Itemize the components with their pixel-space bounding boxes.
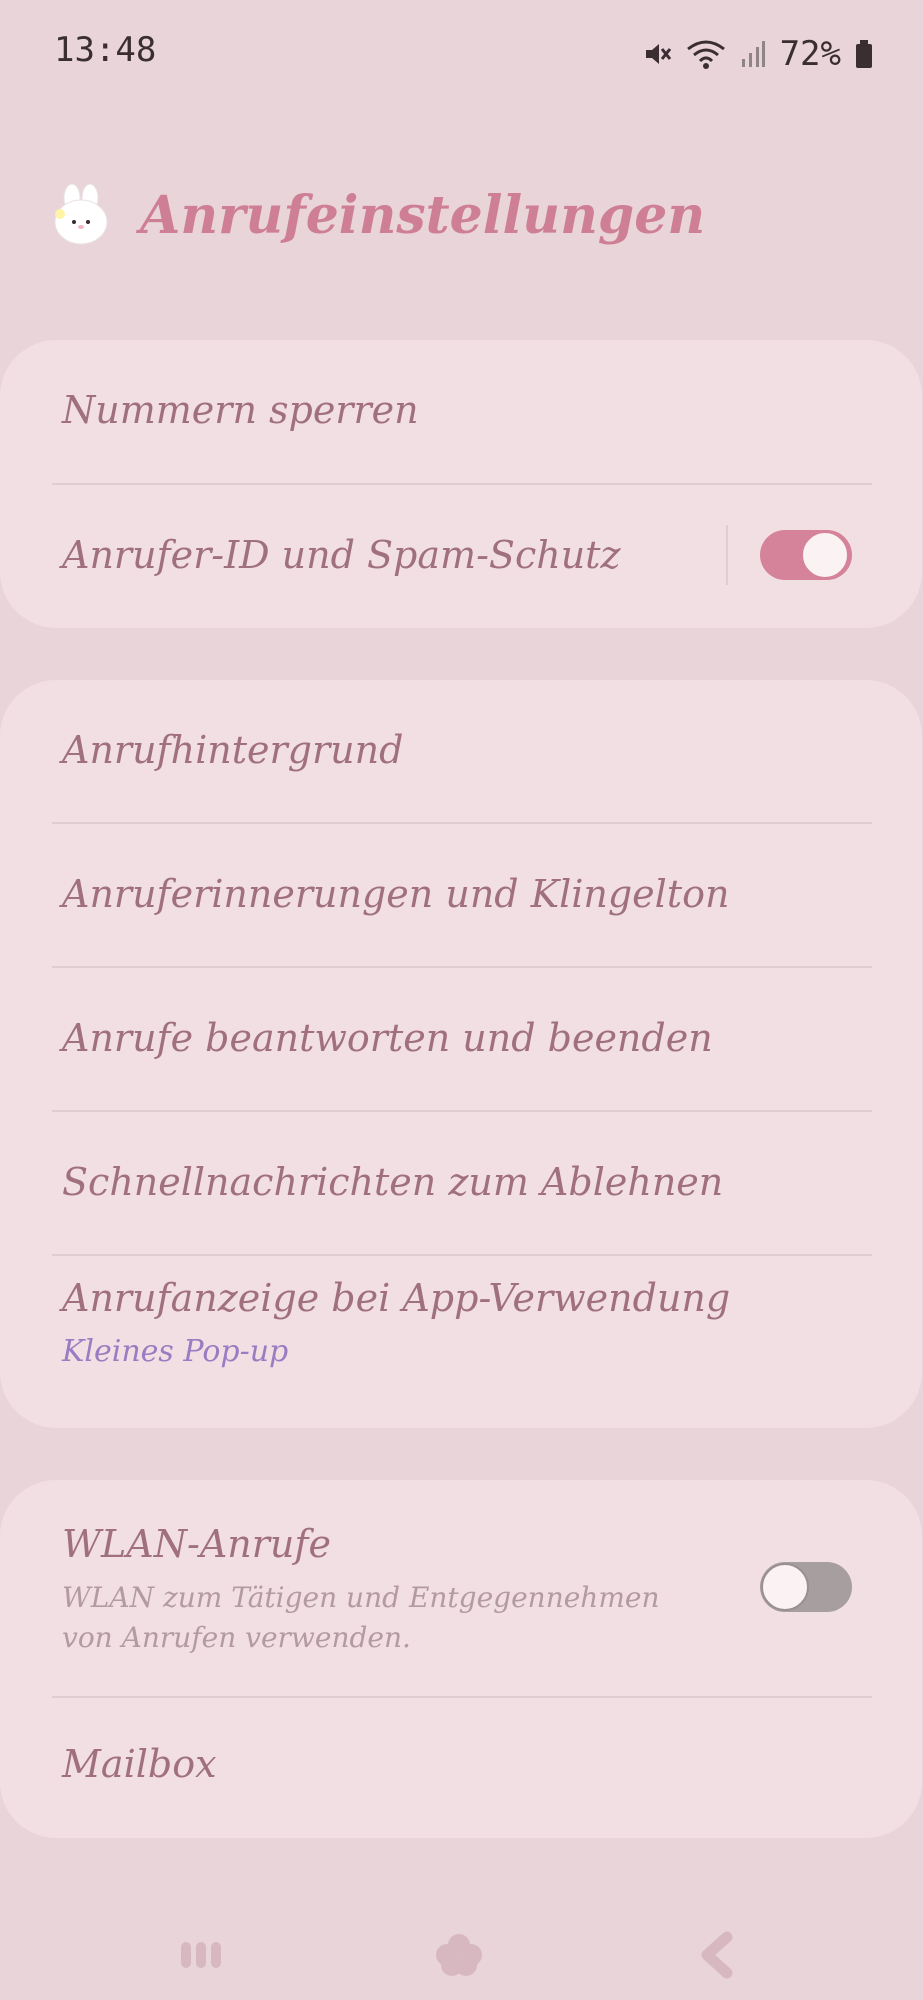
menu-item-answer-end-calls[interactable]: Anrufe beantworten und beenden <box>0 968 922 1110</box>
menu-item-quick-decline-messages[interactable]: Schnellnachrichten zum Ablehnen <box>0 1112 922 1254</box>
mute-icon <box>642 39 672 69</box>
back-icon[interactable] <box>680 1920 750 1990</box>
page-header: Anrufeinstellungen <box>52 170 705 260</box>
toggle-knob <box>761 1563 809 1611</box>
page-title: Anrufeinstellungen <box>140 184 706 246</box>
status-time: 13:48 <box>54 30 157 70</box>
settings-card-blocking: Nummern sperren Anrufer-ID und Spam-Schu… <box>0 340 922 628</box>
menu-item-label: Schnellnachrichten zum Ablehnen <box>62 1160 724 1204</box>
menu-item-label: Anrufer-ID und Spam-Schutz <box>62 533 621 577</box>
status-icons: 72% <box>642 34 873 74</box>
menu-item-label: Anrufe beantworten und beenden <box>62 1016 713 1060</box>
signal-icon <box>740 39 766 69</box>
navigation-bar <box>0 1900 923 2000</box>
menu-item-label: Nummern sperren <box>62 388 419 432</box>
battery-icon <box>855 39 873 69</box>
bunny-avatar-icon <box>52 183 110 246</box>
divider <box>726 525 728 585</box>
menu-item-label: Anruferinnerungen und Klingelton <box>62 872 730 916</box>
battery-percent: 72% <box>779 34 841 74</box>
menu-item-value: Kleines Pop-up <box>62 1334 289 1369</box>
menu-item-label: Anrufhintergrund <box>62 728 404 772</box>
menu-item-block-numbers[interactable]: Nummern sperren <box>0 340 922 483</box>
menu-item-call-display-in-apps[interactable]: Anrufanzeige bei App-Verwendung Kleines … <box>0 1256 922 1428</box>
settings-card-calls: Anrufhintergrund Anruferinnerungen und K… <box>0 680 922 1428</box>
status-bar: 13:48 72% <box>0 0 923 110</box>
menu-item-call-alerts-ringtone[interactable]: Anruferinnerungen und Klingelton <box>0 824 922 966</box>
menu-item-label: WLAN-Anrufe <box>62 1522 331 1566</box>
settings-card-wifi-voicemail: WLAN-Anrufe WLAN zum Tätigen und Entgege… <box>0 1480 922 1838</box>
wifi-icon <box>686 39 726 69</box>
recent-apps-icon[interactable] <box>166 1920 236 1990</box>
menu-item-label: Anrufanzeige bei App-Verwendung <box>62 1276 731 1320</box>
menu-item-call-background[interactable]: Anrufhintergrund <box>0 680 922 822</box>
menu-item-description: WLAN zum Tätigen und Entgegennehmen von … <box>62 1581 660 1654</box>
wifi-calling-toggle[interactable] <box>760 1562 852 1612</box>
menu-item-voicemail[interactable]: Mailbox <box>0 1698 922 1838</box>
home-icon[interactable] <box>424 1920 494 1990</box>
menu-item-label: Mailbox <box>62 1742 217 1786</box>
caller-id-spam-toggle[interactable] <box>760 530 852 580</box>
toggle-knob <box>801 531 849 579</box>
